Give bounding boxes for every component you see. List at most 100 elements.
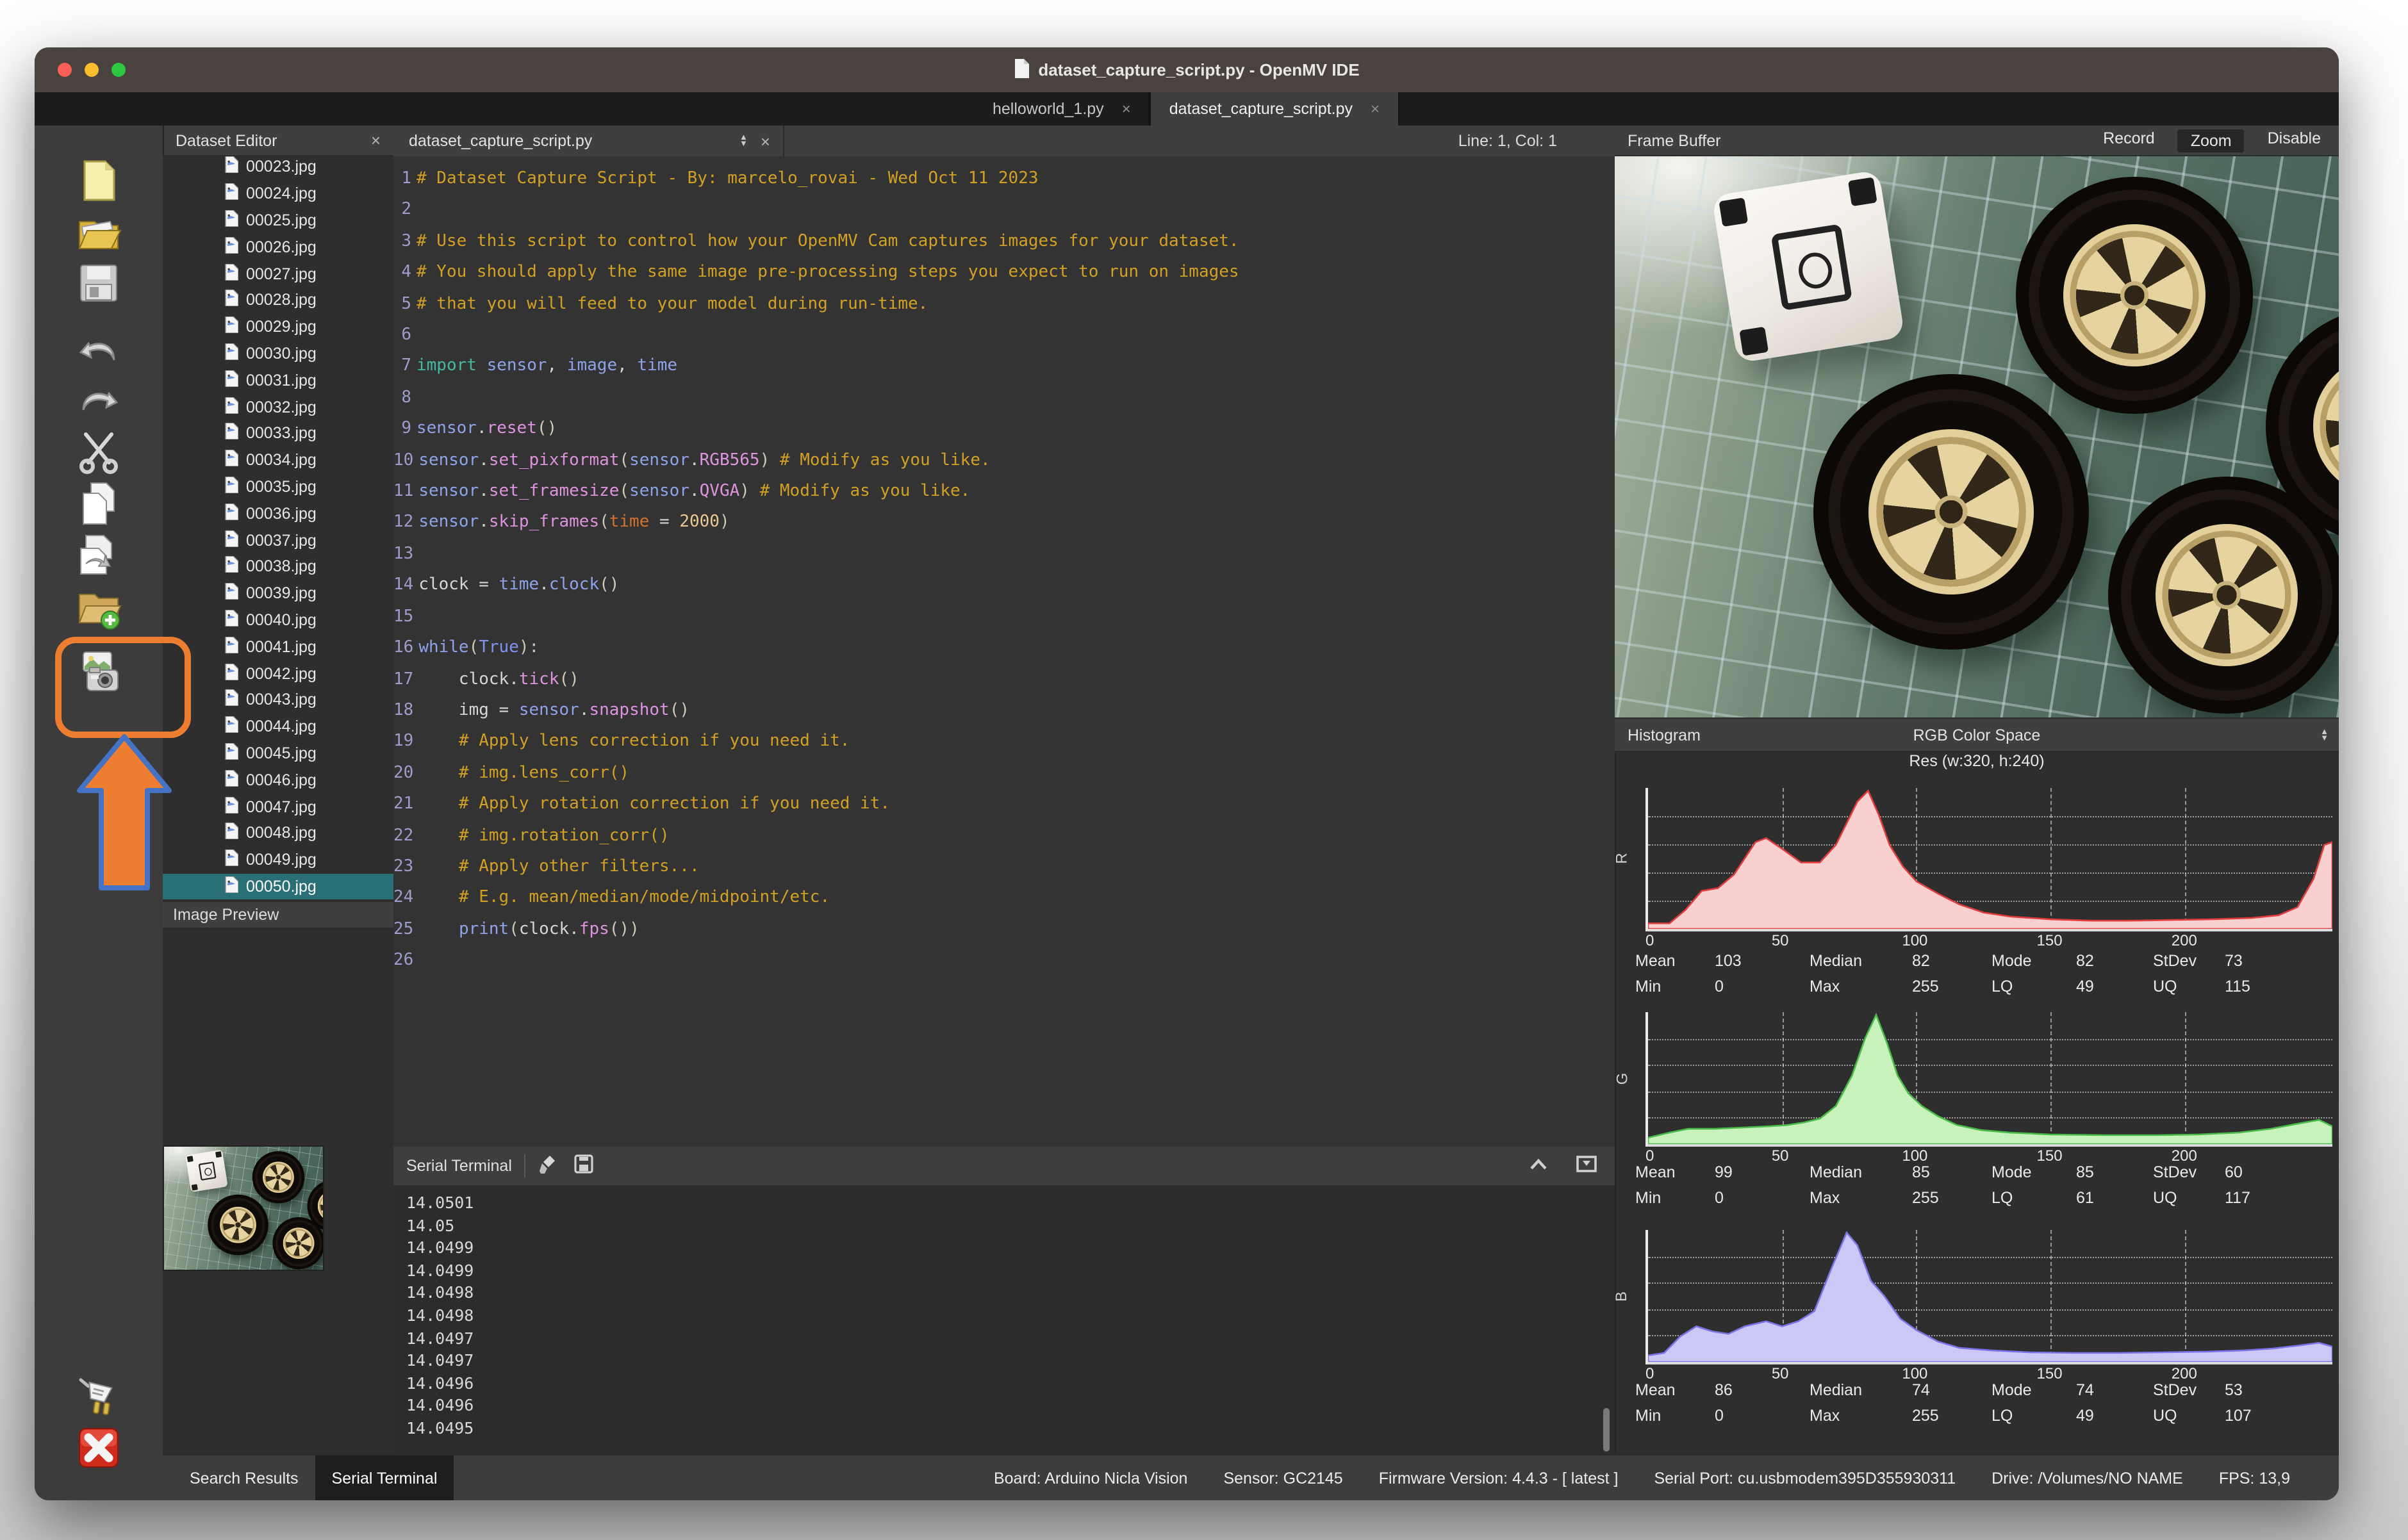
- collapse-terminal-icon[interactable]: [1529, 1157, 1548, 1175]
- editor-header: dataset_capture_script.py ▲▼ × Line: 1, …: [393, 126, 1615, 158]
- file-row[interactable]: 00027.jpg: [163, 260, 393, 287]
- code-line: 16while(True):: [393, 633, 1615, 664]
- file-row[interactable]: 00037.jpg: [163, 527, 393, 553]
- save-button[interactable]: [76, 260, 122, 306]
- file-row[interactable]: 00030.jpg: [163, 340, 393, 367]
- minimize-window-button[interactable]: [85, 63, 99, 77]
- color-space-dropdown-icon[interactable]: ▲▼: [2320, 728, 2329, 741]
- open-file-button[interactable]: [76, 209, 122, 255]
- redo-button[interactable]: [76, 378, 122, 424]
- image-file-icon: [224, 183, 238, 204]
- close-dataset-editor-icon[interactable]: ×: [371, 131, 381, 150]
- frame-buffer-view: [1615, 156, 2339, 717]
- terminal-scrollbar[interactable]: [1603, 1408, 1610, 1452]
- image-file-icon: [224, 769, 238, 790]
- file-row[interactable]: 00025.jpg: [163, 207, 393, 234]
- file-row[interactable]: 00039.jpg: [163, 580, 393, 607]
- window-tab-helloworld_1.py[interactable]: helloworld_1.py×: [975, 92, 1150, 126]
- status-item: Serial Port: cu.usbmodem395D355930311: [1654, 1470, 1956, 1487]
- window-tab-dataset_capture_script.py[interactable]: dataset_capture_script.py×: [1150, 92, 1399, 126]
- close-tab-icon[interactable]: ×: [1122, 100, 1131, 118]
- connect-button[interactable]: [76, 1372, 122, 1418]
- serial-terminal-header: Serial Terminal: [393, 1147, 1615, 1186]
- file-row[interactable]: 00036.jpg: [163, 500, 393, 527]
- file-row[interactable]: 00040.jpg: [163, 607, 393, 634]
- record-button[interactable]: Record: [2103, 129, 2155, 152]
- capture-data-button[interactable]: [76, 650, 122, 696]
- close-tab-icon[interactable]: ×: [1371, 100, 1380, 118]
- close-editor-tab-icon[interactable]: ×: [761, 131, 770, 151]
- image-file-icon: [224, 157, 238, 177]
- file-row[interactable]: 00038.jpg: [163, 553, 393, 580]
- histogram-stats-B: Mean86Median74Mode74StDev53Min0Max255LQ4…: [1635, 1381, 2297, 1425]
- code-line: 10sensor.set_pixformat(sensor.RGB565) # …: [393, 445, 1615, 477]
- image-file-icon: [224, 237, 238, 258]
- file-row[interactable]: 00049.jpg: [163, 846, 393, 873]
- channel-axis-label: R: [1613, 853, 1631, 864]
- file-row[interactable]: 00024.jpg: [163, 181, 393, 208]
- file-row[interactable]: 00042.jpg: [163, 660, 393, 687]
- file-row[interactable]: 00023.jpg: [163, 154, 393, 181]
- file-row[interactable]: 00032.jpg: [163, 393, 393, 420]
- code-line: 21 # Apply rotation correction if you ne…: [393, 789, 1615, 821]
- status-bar: Search ResultsSerial Terminal Board: Ard…: [163, 1454, 2339, 1500]
- cut-button[interactable]: [76, 429, 122, 475]
- terminal-output: 14.050114.0514.049914.049914.049814.0498…: [406, 1192, 474, 1439]
- close-window-button[interactable]: [58, 63, 72, 77]
- file-row[interactable]: 00026.jpg: [163, 234, 393, 261]
- file-row[interactable]: 00046.jpg: [163, 767, 393, 794]
- copy-button[interactable]: [76, 480, 122, 527]
- frame-buffer-title: Frame Buffer: [1628, 131, 1720, 149]
- maximize-window-button[interactable]: [111, 63, 126, 77]
- statusbar-tab-search-results[interactable]: Search Results: [173, 1455, 315, 1500]
- file-row[interactable]: 00047.jpg: [163, 793, 393, 820]
- disable-button[interactable]: Disable: [2268, 129, 2321, 152]
- image-file-icon: [224, 290, 238, 311]
- file-row[interactable]: 00043.jpg: [163, 687, 393, 714]
- file-row[interactable]: 00048.jpg: [163, 820, 393, 847]
- histogram-x-ticks: 050100150200: [1645, 1364, 2332, 1382]
- code-line: 20 # img.lens_corr(): [393, 758, 1615, 789]
- clear-terminal-icon[interactable]: [539, 1154, 559, 1178]
- paste-button[interactable]: [76, 530, 122, 577]
- file-row[interactable]: 00050.jpg: [163, 873, 393, 900]
- image-file-icon: [224, 370, 238, 391]
- file-row[interactable]: 00029.jpg: [163, 314, 393, 341]
- frame-buffer-image: [1615, 156, 2339, 717]
- file-row[interactable]: 00031.jpg: [163, 367, 393, 394]
- dock-terminal-icon[interactable]: [1576, 1156, 1597, 1176]
- status-item: FPS: 13,9: [2219, 1470, 2290, 1487]
- code-line: 2: [393, 195, 1615, 227]
- file-row[interactable]: 00034.jpg: [163, 447, 393, 474]
- tab-switcher-icon[interactable]: ▲▼: [739, 135, 748, 147]
- undo-button[interactable]: [76, 328, 122, 374]
- save-log-icon[interactable]: [575, 1154, 594, 1177]
- image-file-icon: [224, 530, 238, 550]
- histogram-x-ticks: 050100150200: [1645, 1147, 2332, 1165]
- zoom-button[interactable]: Zoom: [2178, 129, 2245, 152]
- file-row[interactable]: 00035.jpg: [163, 473, 393, 500]
- new-file-button[interactable]: [76, 158, 122, 204]
- file-row[interactable]: 00044.jpg: [163, 713, 393, 740]
- toy-wheel: [2016, 177, 2253, 414]
- code-line: 17 clock.tick(): [393, 664, 1615, 696]
- statusbar-tab-serial-terminal[interactable]: Serial Terminal: [315, 1455, 454, 1500]
- code-line: 25 print(clock.fps()): [393, 915, 1615, 946]
- file-row[interactable]: 00033.jpg: [163, 420, 393, 447]
- image-file-icon: [224, 263, 238, 284]
- new-dataset-folder-button[interactable]: [76, 584, 122, 630]
- file-row[interactable]: 00028.jpg: [163, 287, 393, 314]
- disconnect-button[interactable]: [76, 1425, 122, 1471]
- image-preview-thumbnail: [163, 1145, 324, 1271]
- file-row[interactable]: 00045.jpg: [163, 740, 393, 767]
- code-line: 12sensor.skip_frames(time = 2000): [393, 508, 1615, 539]
- file-row[interactable]: 00041.jpg: [163, 634, 393, 660]
- code-line: 15: [393, 602, 1615, 633]
- code-line: 24 # E.g. mean/median/mode/midpoint/etc.: [393, 883, 1615, 915]
- dataset-editor-title: Dataset Editor: [176, 131, 277, 149]
- image-file-icon: [224, 716, 238, 737]
- color-space-select[interactable]: RGB Color Space: [1615, 726, 2339, 744]
- image-file-icon: [224, 343, 238, 364]
- image-file-icon: [224, 504, 238, 524]
- editor-tab[interactable]: dataset_capture_script.py ▲▼ ×: [393, 126, 784, 156]
